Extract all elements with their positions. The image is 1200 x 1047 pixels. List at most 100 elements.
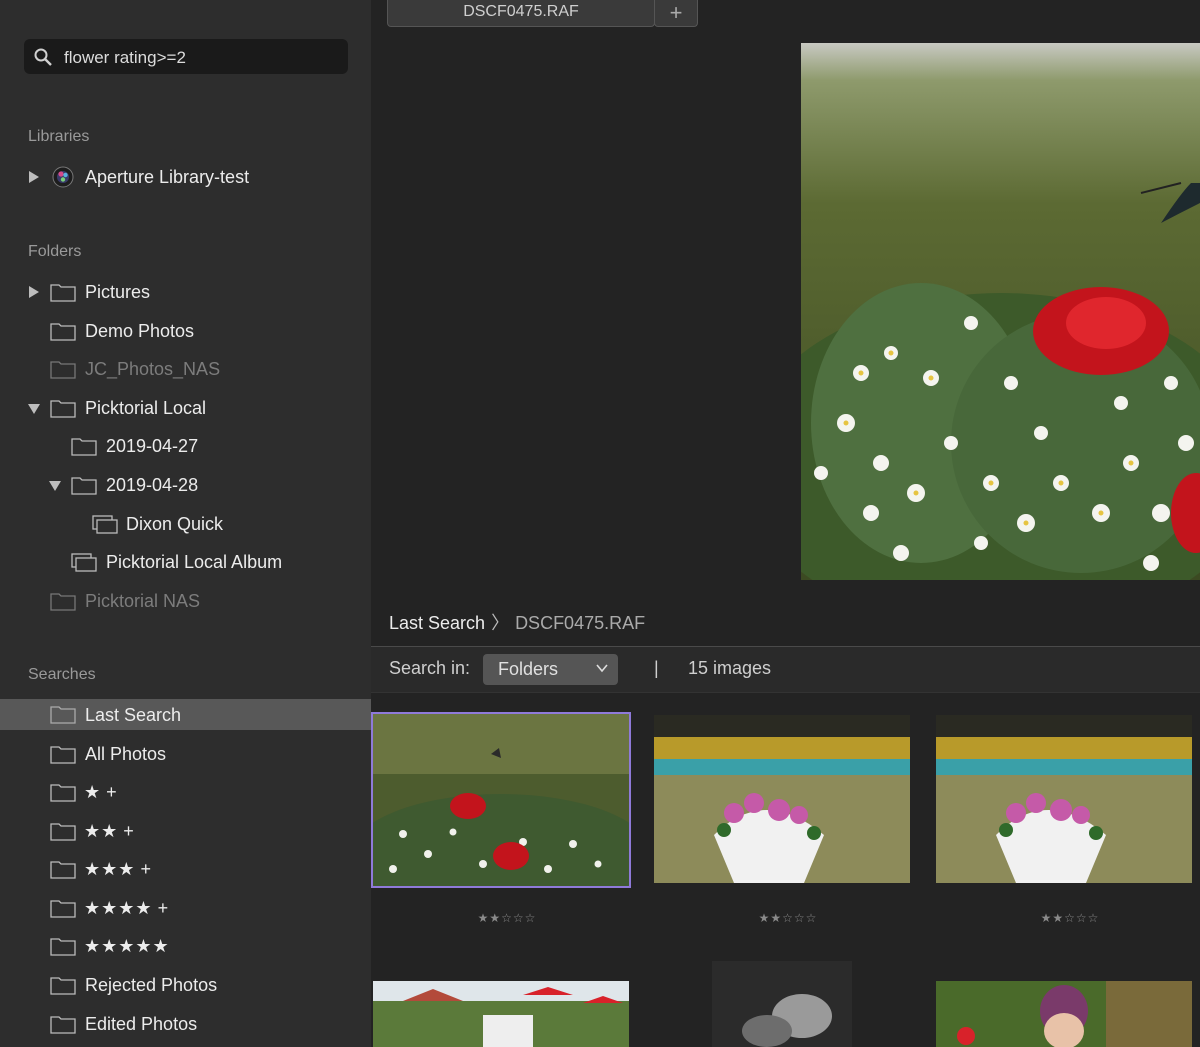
thumbnail-photo [936,715,1192,883]
search-item-all-photos[interactable]: All Photos [0,735,371,773]
search-item-5-star[interactable]: ★★★★★ [0,927,371,965]
folder-icon [50,938,76,956]
search-label: + [123,821,134,841]
breadcrumb: Last Search 〉 DSCF0475.RAF [389,609,645,635]
search-item-3-star-plus[interactable]: ★★★ + [0,850,371,888]
image-tab[interactable]: DSCF0475.RAF [387,0,655,27]
folder-icon [71,477,97,495]
star-rating-icon: ★★ [84,821,119,841]
album-item-picktorial-local-album[interactable]: Picktorial Local Album [0,543,371,581]
image-count: 15 images [688,658,772,678]
thumbnail-photo [373,981,629,1047]
search-input[interactable]: flower rating>=2 [64,48,186,68]
search-label: Rejected Photos [85,975,218,995]
search-item-2-star-plus[interactable]: ★★ + [0,812,371,850]
thumbnail-rating[interactable]: ★★☆☆☆ [447,911,567,925]
thumbnail-rating[interactable]: ★★☆☆☆ [728,911,848,925]
library-label: Aperture Library-test [85,167,250,187]
folder-icon [71,438,97,456]
folder-icon [50,900,76,918]
image-preview[interactable] [801,43,1200,580]
search-icon [34,48,52,66]
star-rating-icon: ★★★★★ [84,936,170,956]
main-area: DSCF0475.RAF + Last Search 〉 DSCF0475.RA… [371,0,1200,1047]
folder-icon [50,784,76,802]
folder-label: 2019-04-27 [106,436,199,456]
library-item-aperture[interactable]: Aperture Library-test [0,158,371,196]
folder-label: Picktorial NAS [85,591,201,611]
thumbnail-2[interactable] [654,715,910,883]
chevron-down-icon [596,664,608,673]
search-scope-value: Folders [498,659,559,679]
thumbnail-rating[interactable]: ★★☆☆☆ [1010,911,1130,925]
search-scope-dropdown[interactable]: Folders [483,654,618,685]
folders-header: Folders [28,243,82,260]
folder-item-jc-photos-nas[interactable]: JC_Photos_NAS [0,350,371,388]
disclosure-down-icon[interactable] [49,481,61,491]
thumbnail-photo [936,981,1192,1047]
thumbnail-6[interactable] [936,981,1192,1047]
breadcrumb-current: DSCF0475.RAF [515,613,646,633]
star-rating-icon: ★ [84,782,102,802]
add-tab-button[interactable]: + [654,0,698,27]
folder-label: Pictures [85,282,151,302]
folder-item-pictures[interactable]: Pictures [0,273,371,311]
album-label: Dixon Quick [126,514,224,534]
search-item-edited[interactable]: Edited Photos [0,1005,371,1043]
sidebar: flower rating>=2 Libraries Aperture Libr… [0,0,371,1047]
thumbnail-1[interactable] [371,712,631,888]
preview-photo [801,43,1200,580]
search-field[interactable]: flower rating>=2 [24,39,348,74]
folder-label: 2019-04-28 [106,475,199,495]
folder-label: Picktorial Local [85,398,207,418]
folder-item-demo-photos[interactable]: Demo Photos [0,312,371,350]
libraries-header: Libraries [28,128,90,145]
album-item-dixon-quick[interactable]: Dixon Quick [0,505,371,543]
star-rating-icon: ★★★★ [84,898,153,918]
album-icon [71,553,97,572]
search-label: + [140,859,151,879]
disclosure-right-icon[interactable] [29,286,39,298]
disclosure-down-icon[interactable] [28,404,40,414]
folder-icon [50,1016,76,1034]
folder-icon [50,823,76,841]
album-label: Picktorial Local Album [106,552,283,572]
thumbnail-4[interactable] [373,981,629,1047]
thumbnail-3[interactable] [936,715,1192,883]
searches-header: Searches [28,666,96,683]
folder-item-2019-04-27[interactable]: 2019-04-27 [0,427,371,465]
folder-icon [50,977,76,995]
folder-icon [50,400,76,418]
search-label: All Photos [85,744,167,764]
folder-item-picktorial-local[interactable]: Picktorial Local [0,389,371,427]
folder-item-2019-04-28[interactable]: 2019-04-28 [0,466,371,504]
folder-item-picktorial-nas[interactable]: Picktorial NAS [0,582,371,620]
folder-icon [50,746,76,764]
search-label: + [157,898,169,918]
browser-toolbar: Search in: Folders | 15 images [371,647,1200,693]
search-item-rejected[interactable]: Rejected Photos [0,966,371,1004]
folder-icon [50,323,76,341]
breadcrumb-root[interactable]: Last Search [389,613,485,633]
search-label: Last Search [85,705,182,725]
folder-icon [50,706,76,724]
search-in-label: Search in: [389,658,471,678]
disclosure-right-icon[interactable] [29,171,39,183]
thumbnail-photo [373,714,629,886]
folder-label: JC_Photos_NAS [85,359,221,379]
thumbnail-photo [712,961,852,1047]
star-rating-icon: ★★★ [84,859,136,879]
search-item-last-search[interactable]: Last Search [0,699,371,730]
thumbnail-5[interactable] [712,961,852,1047]
folder-icon [50,593,76,611]
thumbnail-photo [654,715,910,883]
search-label: + [106,782,117,802]
search-item-1-star-plus[interactable]: ★ + [0,773,371,811]
folder-icon [50,284,76,302]
breadcrumb-separator-icon: 〉 [491,613,510,633]
toolbar-separator: | [654,658,659,678]
album-icon [92,515,118,534]
folder-icon [50,361,76,379]
folder-label: Demo Photos [85,321,195,341]
search-item-4-star-plus[interactable]: ★★★★ + [0,889,371,927]
